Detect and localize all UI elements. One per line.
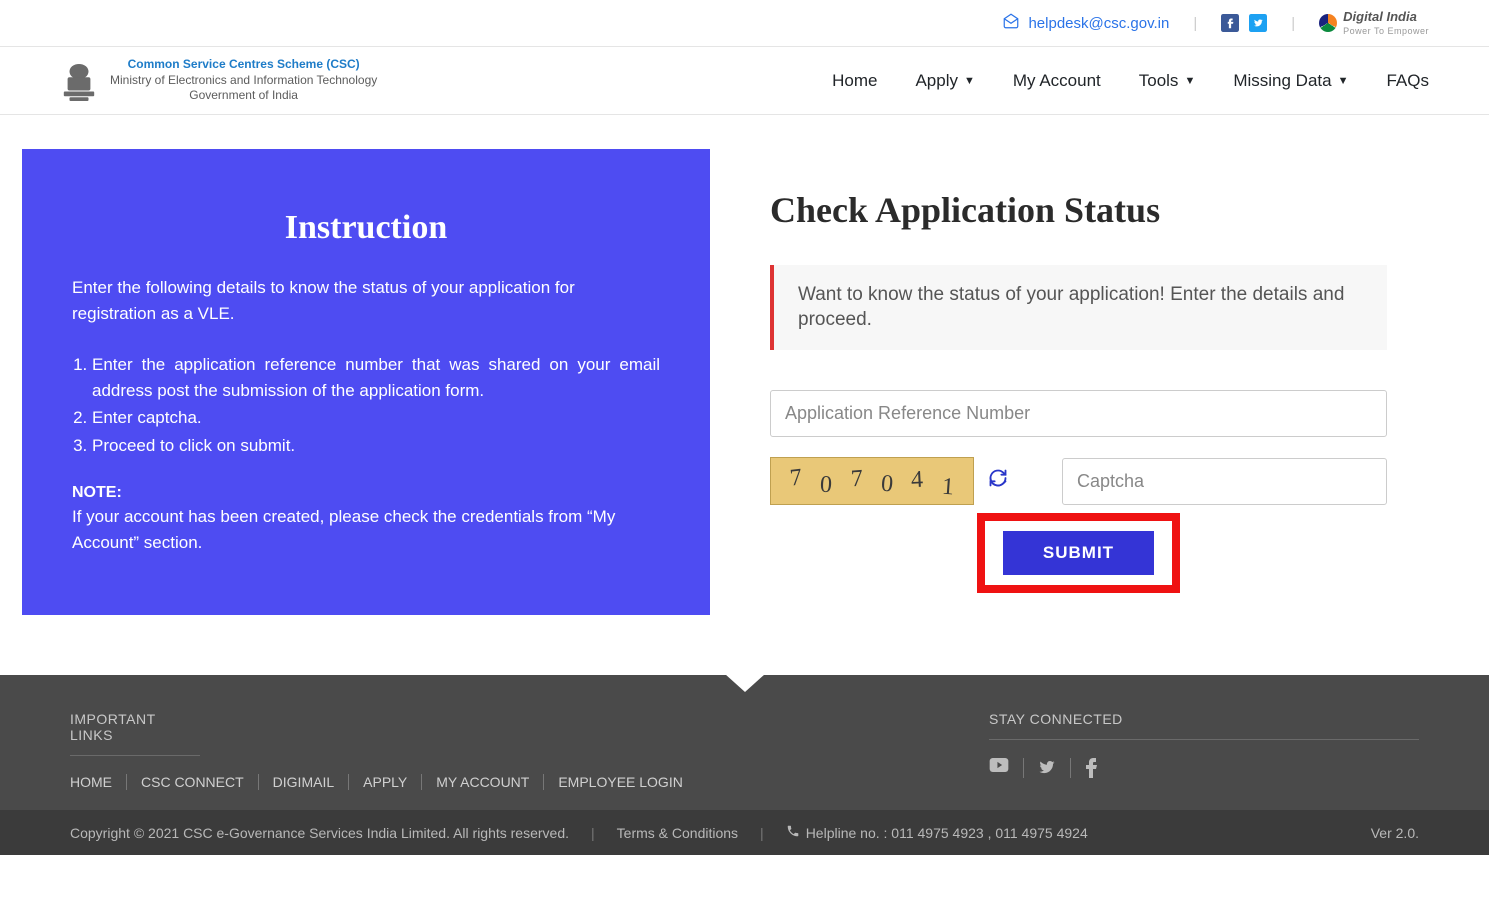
footer-link-employee-login[interactable]: EMPLOYEE LOGIN (544, 774, 696, 790)
submit-button[interactable]: SUBMIT (1003, 531, 1154, 575)
status-heading: Check Application Status (770, 189, 1387, 231)
instruction-panel: Instruction Enter the following details … (22, 149, 710, 615)
footer-links-title: IMPORTANT LINKS (70, 711, 200, 756)
status-alert: Want to know the status of your applicat… (770, 265, 1387, 350)
caret-down-icon: ▼ (1184, 75, 1195, 87)
digital-india-logo[interactable]: Digital India Power To Empower (1319, 10, 1429, 36)
instruction-heading: Instruction (72, 209, 660, 247)
header: Common Service Centres Scheme (CSC) Mini… (0, 47, 1489, 115)
nav-apply[interactable]: Apply▼ (915, 71, 974, 91)
helpdesk-email-link[interactable]: helpdesk@csc.gov.in (1002, 12, 1169, 34)
bottombar-divider: | (591, 825, 595, 841)
captcha-image: 7 0 7 0 4 1 (770, 457, 974, 505)
national-emblem-icon (60, 60, 98, 104)
topbar-divider: | (1193, 15, 1197, 32)
phone-icon (786, 824, 800, 841)
caret-down-icon: ▼ (1338, 75, 1349, 87)
nav-home[interactable]: Home (832, 71, 877, 91)
mail-open-icon (1002, 12, 1020, 34)
instruction-step: Enter the application reference number t… (92, 352, 660, 403)
footer-link-my-account[interactable]: MY ACCOUNT (422, 774, 544, 790)
captcha-row: 7 0 7 0 4 1 (770, 457, 1387, 505)
footer-socials (989, 758, 1419, 778)
twitter-icon[interactable] (1024, 758, 1071, 778)
digital-india-swirl-icon (1319, 14, 1337, 32)
instruction-step: Proceed to click on submit. (92, 433, 660, 459)
status-panel: Check Application Status Want to know th… (770, 149, 1467, 615)
bottombar-divider: | (760, 825, 764, 841)
footer-connect-title: STAY CONNECTED (989, 711, 1419, 740)
footer-links: HOME CSC CONNECT DIGIMAIL APPLY MY ACCOU… (70, 774, 929, 790)
application-reference-input[interactable] (770, 390, 1387, 437)
brand-text: Common Service Centres Scheme (CSC) Mini… (110, 57, 377, 104)
instruction-steps: Enter the application reference number t… (72, 352, 660, 458)
facebook-icon[interactable] (1071, 758, 1111, 778)
caret-down-icon: ▼ (964, 75, 975, 87)
terms-link[interactable]: Terms & Conditions (617, 825, 738, 841)
brand[interactable]: Common Service Centres Scheme (CSC) Mini… (60, 57, 377, 104)
nav-my-account[interactable]: My Account (1013, 71, 1101, 91)
facebook-icon[interactable] (1221, 14, 1239, 32)
footer-notch (0, 675, 1489, 701)
footer-links-col: IMPORTANT LINKS HOME CSC CONNECT DIGIMAI… (70, 711, 929, 790)
twitter-icon[interactable] (1249, 14, 1267, 32)
bottom-bar: Copyright © 2021 CSC e-Governance Servic… (0, 810, 1489, 855)
copyright-icon: © (134, 825, 144, 841)
submit-highlight-box: SUBMIT (977, 513, 1180, 593)
topbar-social (1221, 14, 1267, 32)
instruction-note-label: NOTE: (72, 484, 660, 502)
digital-india-text: Digital India Power To Empower (1343, 10, 1429, 36)
main-nav: Home Apply▼ My Account Tools▼ Missing Da… (832, 71, 1429, 91)
footer-link-csc-connect[interactable]: CSC CONNECT (127, 774, 259, 790)
helpdesk-email-text: helpdesk@csc.gov.in (1028, 15, 1169, 32)
nav-missing-data[interactable]: Missing Data▼ (1233, 71, 1348, 91)
instruction-note-text: If your account has been created, please… (72, 504, 660, 555)
youtube-icon[interactable] (989, 758, 1024, 778)
helpline: Helpline no. : 011 4975 4923 , 011 4975 … (786, 824, 1088, 841)
instruction-step: Enter captcha. (92, 405, 660, 431)
topbar-divider-2: | (1291, 15, 1295, 32)
nav-tools[interactable]: Tools▼ (1139, 71, 1196, 91)
footer-link-digimail[interactable]: DIGIMAIL (259, 774, 349, 790)
footer-link-home[interactable]: HOME (70, 774, 127, 790)
copyright-text: Copyright © 2021 CSC e-Governance Servic… (70, 825, 569, 841)
nav-faqs[interactable]: FAQs (1386, 71, 1429, 91)
footer-link-apply[interactable]: APPLY (349, 774, 422, 790)
footer: IMPORTANT LINKS HOME CSC CONNECT DIGIMAI… (0, 701, 1489, 810)
captcha-refresh-icon[interactable] (988, 468, 1008, 494)
main-content: Instruction Enter the following details … (0, 115, 1489, 675)
instruction-intro: Enter the following details to know the … (72, 275, 660, 326)
captcha-input[interactable] (1062, 458, 1387, 505)
footer-connect-col: STAY CONNECTED (989, 711, 1419, 790)
submit-wrap: SUBMIT (770, 513, 1387, 593)
top-bar: helpdesk@csc.gov.in | | Digital India Po… (0, 0, 1489, 47)
version-text: Ver 2.0. (1371, 825, 1419, 841)
